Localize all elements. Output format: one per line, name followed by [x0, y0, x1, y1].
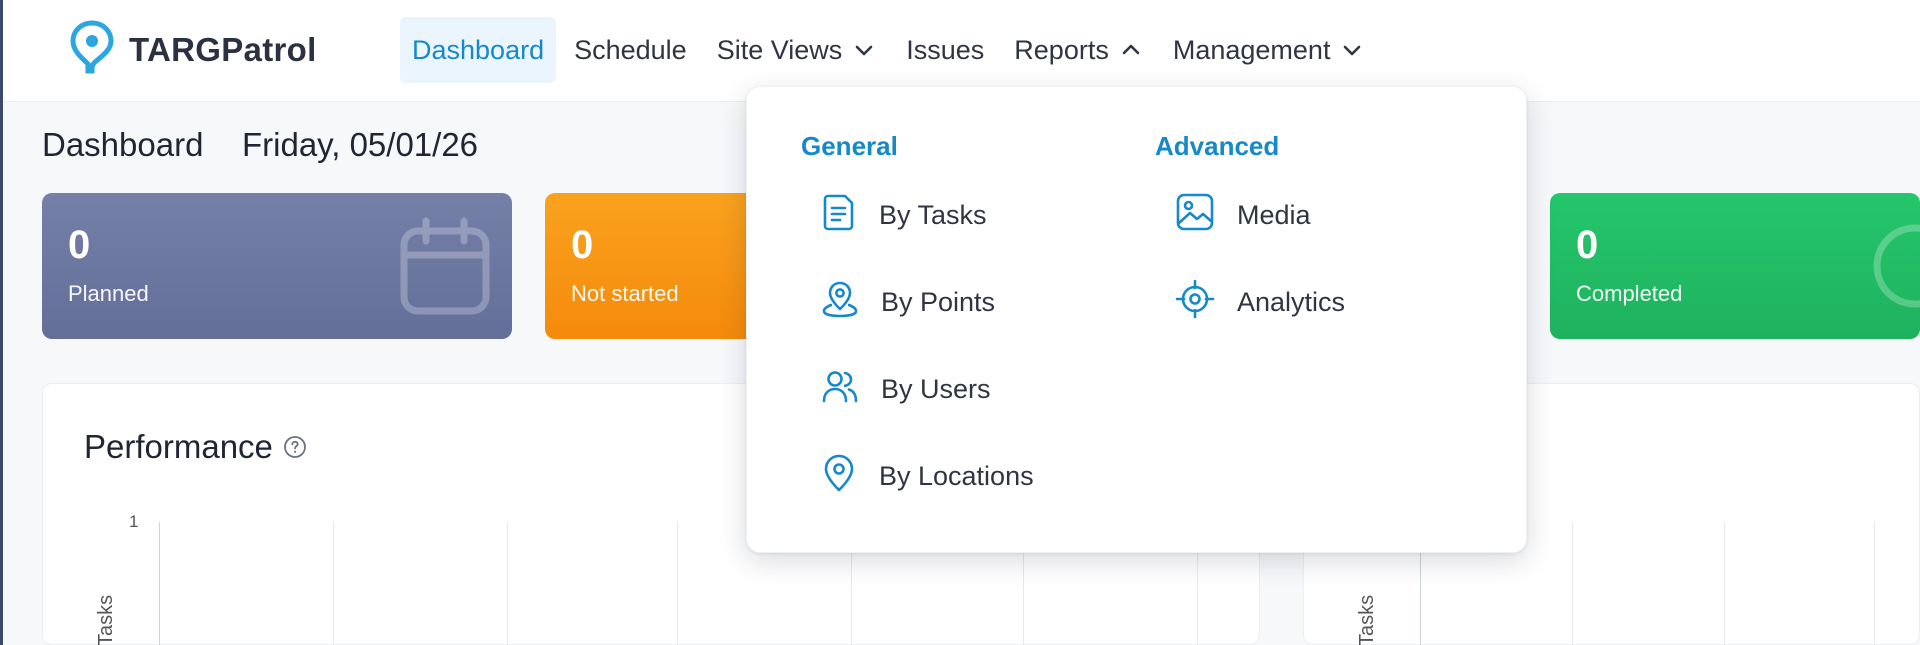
menu-item-label: By Points [881, 286, 996, 317]
stat-card-completed[interactable]: 0 Completed [1550, 193, 1920, 339]
stat-card-planned[interactable]: 0 Planned [42, 193, 512, 339]
stat-label: Planned [68, 281, 149, 306]
image-icon [1175, 192, 1215, 239]
stat-label: Not started [571, 281, 679, 306]
stat-value: 0 [571, 223, 594, 267]
map-pin-icon [821, 279, 859, 326]
nav-management[interactable]: Management [1161, 17, 1377, 83]
y-axis-label: Tasks [1356, 594, 1378, 645]
menu-item-analytics[interactable]: Analytics [1155, 271, 1345, 333]
users-icon [821, 368, 859, 411]
nav-reports[interactable]: Reports [1002, 17, 1155, 83]
menu-item-by-locations[interactable]: By Locations [801, 445, 1034, 507]
nav-label: Reports [1014, 34, 1109, 65]
stat-card-not-started[interactable]: 0 Not started [545, 193, 775, 339]
chart-gridline [1572, 522, 1573, 645]
y-axis-tick: 1 [129, 512, 139, 531]
stat-value: 0 [68, 223, 91, 267]
nav-label: Schedule [574, 34, 687, 65]
chart-axis [159, 522, 160, 645]
document-icon [821, 193, 857, 238]
stat-label: Completed [1576, 281, 1683, 306]
location-pin-icon [69, 20, 115, 79]
reports-advanced-heading: Advanced [1155, 131, 1280, 161]
menu-item-by-tasks[interactable]: By Tasks [801, 184, 1034, 246]
reports-general-heading: General [801, 131, 898, 161]
menu-item-by-points[interactable]: By Points [801, 271, 1034, 333]
chart-gridline [1874, 522, 1875, 645]
menu-item-label: By Users [881, 373, 991, 404]
menu-item-by-users[interactable]: By Users [801, 358, 1034, 420]
app-logo[interactable]: TARGPatrol [69, 20, 317, 79]
menu-item-label: Media [1237, 199, 1311, 230]
chart-gridline [333, 522, 334, 645]
menu-item-label: Analytics [1237, 286, 1346, 317]
chevron-down-icon [852, 38, 876, 62]
calendar-icon [400, 217, 490, 320]
page-date: Friday, 05/01/26 [242, 126, 479, 163]
nav-label: Dashboard [412, 34, 545, 65]
performance-title: Performance [84, 428, 307, 466]
location-icon [821, 453, 857, 500]
page-title: Dashboard [42, 126, 204, 163]
reports-general-column: General By Tasks By Points By Users By L… [801, 131, 1034, 532]
chevron-down-icon [1340, 38, 1364, 62]
chart-gridline [1724, 522, 1725, 645]
chevron-up-icon [1119, 38, 1143, 62]
menu-item-media[interactable]: Media [1155, 184, 1345, 246]
nav-issues[interactable]: Issues [894, 17, 996, 83]
nav-schedule[interactable]: Schedule [562, 17, 699, 83]
target-icon [1175, 279, 1215, 326]
circle-icon [1870, 221, 1920, 316]
reports-advanced-column: Advanced Media Analytics [1155, 131, 1345, 358]
y-axis-label: Tasks [95, 594, 117, 645]
nav-label: Issues [906, 34, 985, 65]
chart-gridline [507, 522, 508, 645]
reports-dropdown: General By Tasks By Points By Users By L… [746, 86, 1527, 553]
main-nav: Dashboard Schedule Site Views Issues Rep… [400, 17, 1376, 83]
stat-value: 0 [1576, 223, 1599, 267]
app-name: TARGPatrol [129, 30, 317, 68]
nav-dashboard[interactable]: Dashboard [400, 17, 557, 83]
help-icon[interactable] [283, 435, 307, 459]
menu-item-label: By Locations [879, 460, 1034, 491]
nav-label: Site Views [716, 34, 843, 65]
chart-gridline [677, 522, 678, 645]
menu-item-label: By Tasks [879, 199, 987, 230]
nav-site-views[interactable]: Site Views [705, 17, 889, 83]
performance-title-text: Performance [84, 428, 273, 465]
nav-label: Management [1172, 34, 1331, 65]
